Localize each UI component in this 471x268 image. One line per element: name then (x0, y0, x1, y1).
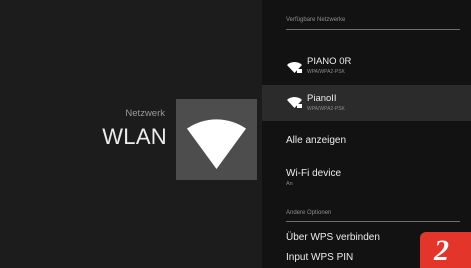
available-networks-label: Verfügbare Netzwerke (286, 17, 346, 23)
network-item-pianoii[interactable]: PianoII WPA/WPA2-PSK (262, 85, 471, 121)
network-name: PianoII (307, 93, 337, 104)
page-title: WLAN (102, 124, 167, 149)
wps-pin-label: Input WPS PIN (286, 252, 354, 263)
wifi-tile (176, 99, 257, 180)
breadcrumb: Netzwerk (125, 108, 165, 119)
other-options-label: Andere Optionen (286, 210, 332, 216)
network-security: WPA/WPA2-PSK (307, 69, 345, 75)
page-number-badge: 2 (420, 232, 471, 268)
show-all-label: Alle anzeigen (286, 135, 347, 146)
network-security: WPA/WPA2-PSK (307, 106, 345, 112)
page-number: 2 (434, 234, 449, 267)
wifi-lock-icon (287, 97, 302, 108)
wifi-device-label: Wi-Fi device (286, 168, 342, 179)
wifi-lock-icon (287, 62, 302, 73)
wifi-device-item[interactable]: Wi-Fi device An (262, 162, 471, 194)
wifi-device-status: An (286, 181, 293, 187)
wps-connect-label: Über WPS verbinden (286, 232, 380, 243)
wifi-icon (187, 119, 246, 169)
network-item-piano-0r[interactable]: PIANO 0R WPA/WPA2-PSK (262, 50, 471, 80)
show-all-item[interactable]: Alle anzeigen (262, 128, 471, 154)
other-options-divider (286, 221, 460, 222)
available-networks-divider (286, 29, 460, 30)
network-name: PIANO 0R (307, 56, 352, 67)
